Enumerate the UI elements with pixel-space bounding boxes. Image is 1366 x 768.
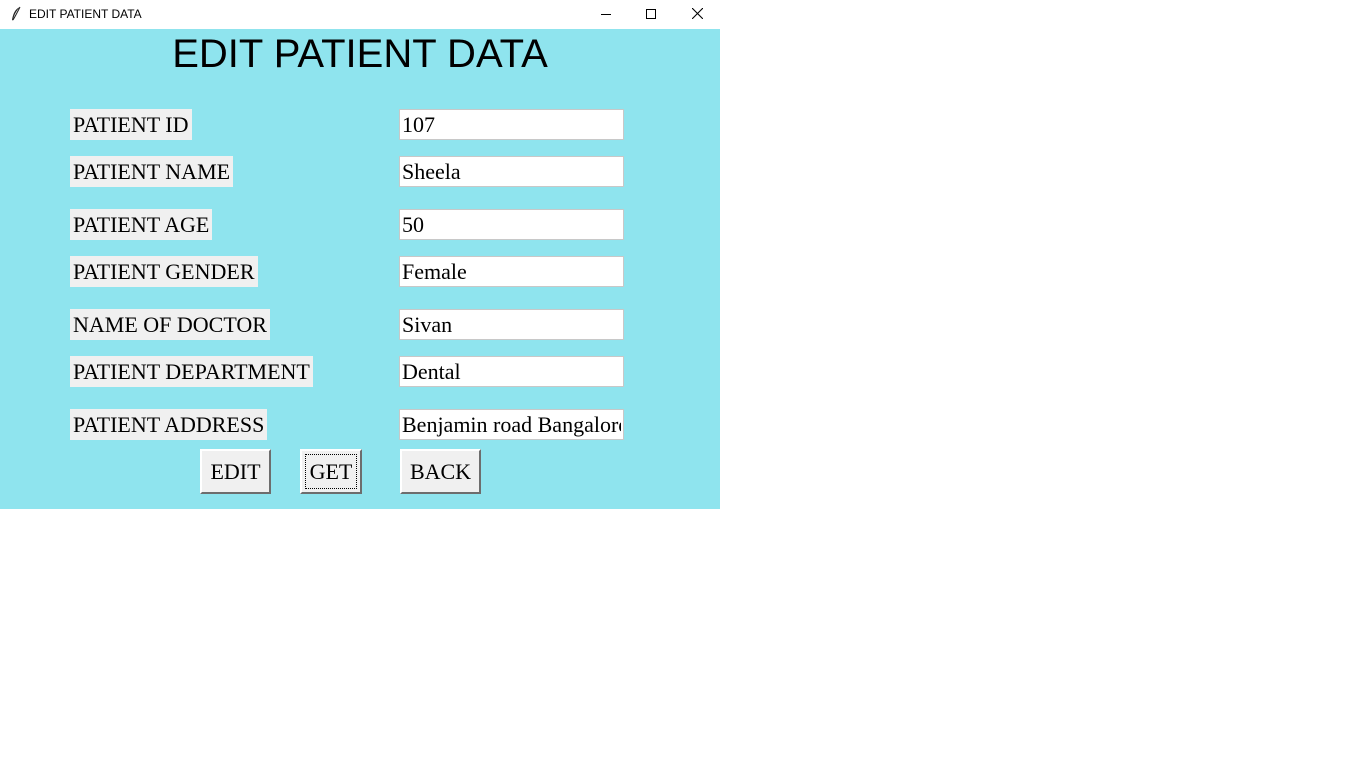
patient-id-label: PATIENT ID [70, 109, 192, 140]
patient-gender-input[interactable] [399, 256, 624, 287]
back-button[interactable]: BACK [400, 449, 481, 494]
edit-button-label: EDIT [210, 458, 261, 484]
back-button-label: BACK [409, 458, 472, 484]
form-panel: EDIT PATIENT DATA PATIENT ID PATIENT NAM… [0, 29, 720, 509]
minimize-button[interactable] [583, 0, 629, 29]
patient-name-input[interactable] [399, 156, 624, 187]
maximize-icon [646, 8, 656, 22]
close-icon [691, 7, 703, 22]
minimize-icon [601, 8, 611, 22]
edit-button[interactable]: EDIT [200, 449, 271, 494]
patient-gender-label: PATIENT GENDER [70, 256, 258, 287]
maximize-button[interactable] [628, 0, 674, 29]
get-button-label: GET [304, 453, 358, 489]
page-title: EDIT PATIENT DATA [172, 32, 548, 76]
window-title: EDIT PATIENT DATA [29, 7, 142, 21]
patient-id-input[interactable] [399, 109, 624, 140]
feather-icon [9, 6, 23, 22]
patient-age-input[interactable] [399, 209, 624, 240]
patient-age-label: PATIENT AGE [70, 209, 213, 240]
doctor-name-input[interactable] [399, 309, 624, 340]
close-button[interactable] [674, 0, 720, 29]
patient-department-label: PATIENT DEPARTMENT [70, 356, 313, 387]
title-bar[interactable]: EDIT PATIENT DATA [0, 0, 720, 29]
app-window: EDIT PATIENT DATA EDIT PATIENT DATA PATI… [0, 0, 720, 509]
patient-address-input[interactable] [399, 409, 624, 440]
doctor-name-label: NAME OF DOCTOR [70, 309, 270, 340]
patient-name-label: PATIENT NAME [70, 156, 234, 187]
patient-department-input[interactable] [399, 356, 624, 387]
patient-address-label: PATIENT ADDRESS [70, 409, 268, 440]
get-button[interactable]: GET [300, 449, 362, 494]
